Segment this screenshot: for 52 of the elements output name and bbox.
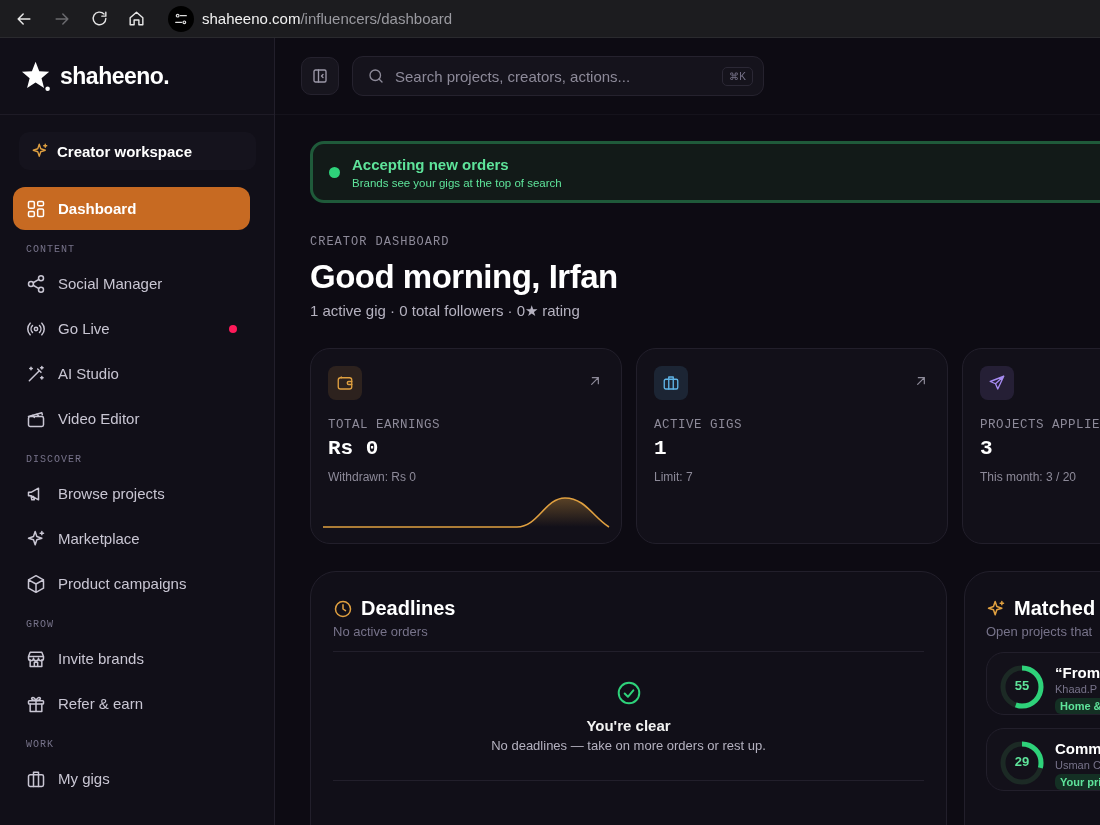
card-subtitle: Open projects that (986, 624, 1094, 639)
address-bar[interactable]: shaheeno.com/influencers/dashboard (202, 10, 453, 27)
stat-value: Rs 0 (328, 437, 380, 460)
nav-item[interactable]: Video Editor (13, 397, 250, 440)
nav-item[interactable]: Social Manager (13, 262, 250, 305)
stat-value: 3 (980, 437, 994, 460)
section-label: DISCOVER (25, 453, 83, 467)
section-label: CONTENT (25, 243, 76, 257)
banner-subtitle: Brands see your gigs at the top of search (352, 176, 562, 189)
shortcut-hint: ⌘K (722, 66, 753, 86)
section-label: GROW (25, 618, 55, 632)
card-title: Deadlines (361, 597, 456, 620)
empty-text: No deadlines — take on more orders or rest up. (491, 737, 766, 753)
nav-item[interactable]: Go Live (13, 307, 250, 350)
workspace-switcher[interactable]: Creator workspace (19, 132, 256, 170)
match-score: 29 (1013, 754, 1031, 769)
stat-label: ACTIVE GIGS (654, 418, 743, 432)
card-title: Matched (1014, 597, 1096, 620)
search-field[interactable]: Search projects, creators, actions... ⌘K (352, 56, 764, 96)
match-score: 55 (1013, 678, 1031, 693)
project-author: Usman C (1055, 759, 1100, 771)
nav-item[interactable]: Marketplace (13, 517, 250, 560)
card-subtitle: No active orders (333, 624, 429, 639)
stat-note: Withdrawn: Rs 0 (328, 470, 418, 484)
nav-item[interactable]: AI Studio (13, 352, 250, 395)
stat-value: 1 (654, 437, 668, 460)
stat-note: Limit: 7 (654, 470, 694, 484)
brand-name: shaheeno. (60, 62, 170, 90)
project-author: Khaad.P (1055, 683, 1099, 695)
nav-item[interactable]: Invite brands (13, 637, 250, 680)
stat-label: TOTAL EARNINGS (328, 418, 442, 432)
nav-item[interactable]: Refer & earn (13, 682, 250, 725)
stat-label: PROJECTS APPLIE (980, 418, 1100, 432)
project-card[interactable]: 29 Comm Usman C Your pri (986, 728, 1100, 791)
section-label: WORK (25, 738, 55, 752)
greeting-title: Good morning, Irfan (310, 258, 619, 296)
project-tag: Your pri (1055, 774, 1100, 790)
nav-item[interactable]: My gigs (13, 757, 250, 800)
stat-card[interactable]: ACTIVE GIGS 1 Limit: 7 (636, 348, 948, 544)
nav-item[interactable]: Browse projects (13, 472, 250, 515)
stat-card[interactable]: TOTAL EARNINGS Rs 0 Withdrawn: Rs 0 (310, 348, 622, 544)
project-title: Comm (1055, 740, 1100, 757)
stat-note: This month: 3 / 20 (980, 470, 1078, 484)
empty-title: You're clear (586, 716, 671, 734)
eyebrow-label: CREATOR DASHBOARD (310, 235, 451, 249)
search-input[interactable]: Search projects, creators, actions... (393, 66, 715, 86)
stat-card[interactable]: PROJECTS APPLIE 3 This month: 3 / 20 (962, 348, 1100, 544)
project-title: “From (1055, 664, 1100, 681)
banner-title: Accepting new orders (352, 155, 510, 173)
nav-item[interactable]: Product campaigns (13, 562, 250, 605)
summary-text: 1 active gig · 0 total followers · 0★ rating (310, 302, 581, 320)
nav-item[interactable]: Dashboard (13, 187, 250, 230)
